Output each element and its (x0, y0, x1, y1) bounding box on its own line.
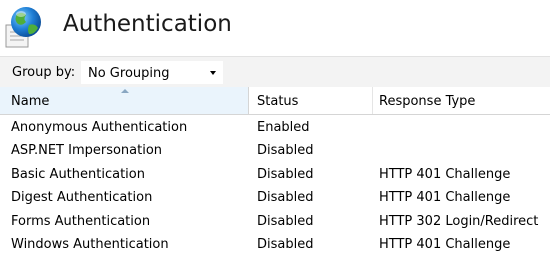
row-status: Disabled (257, 213, 314, 229)
group-by-dropdown[interactable]: No Grouping (81, 61, 223, 84)
table-row[interactable]: Windows Authentication Disabled HTTP 401… (0, 234, 550, 257)
row-name: Windows Authentication (11, 236, 169, 252)
group-by-label: Group by: (12, 65, 76, 80)
page-title: Authentication (63, 11, 232, 37)
table-row[interactable]: ASP.NET Impersonation Disabled (0, 140, 550, 163)
row-response-type: HTTP 401 Challenge (379, 236, 511, 252)
column-header-name[interactable]: Name (0, 87, 249, 114)
table-row[interactable]: Anonymous Authentication Enabled (0, 117, 550, 140)
row-status: Enabled (257, 120, 310, 135)
row-status: Disabled (257, 166, 314, 182)
column-header-label: Response Type (379, 94, 476, 109)
row-status: Disabled (257, 143, 314, 159)
column-header-status[interactable]: Status (249, 87, 373, 114)
authentication-feature-icon (5, 7, 41, 48)
row-name: Digest Authentication (11, 190, 153, 206)
feature-header: Authentication (0, 0, 550, 56)
row-name: Forms Authentication (11, 213, 151, 229)
sort-ascending-icon (121, 89, 129, 93)
row-status: Disabled (257, 236, 314, 252)
authentication-list: Anonymous Authentication Enabled ASP.NET… (0, 117, 550, 264)
column-header-response-type[interactable]: Response Type (373, 87, 550, 114)
row-response-type: HTTP 302 Login/Redirect (379, 213, 539, 229)
grid-header: Name Status Response Type (0, 87, 550, 115)
row-name: ASP.NET Impersonation (11, 143, 163, 159)
column-header-label: Status (257, 94, 299, 109)
row-response-type: HTTP 401 Challenge (379, 190, 511, 206)
table-row[interactable]: Digest Authentication Disabled HTTP 401 … (0, 187, 550, 210)
group-by-selected-value: No Grouping (88, 66, 170, 81)
dropdown-arrow-icon (210, 71, 216, 75)
row-status: Disabled (257, 190, 314, 206)
table-row[interactable]: Forms Authentication Disabled HTTP 302 L… (0, 211, 550, 234)
table-row[interactable]: Basic Authentication Disabled HTTP 401 C… (0, 164, 550, 187)
row-name: Anonymous Authentication (11, 120, 188, 135)
row-name: Basic Authentication (11, 166, 145, 182)
row-response-type: HTTP 401 Challenge (379, 166, 511, 182)
column-header-label: Name (11, 94, 50, 109)
group-by-toolbar: Group by: No Grouping (0, 56, 550, 87)
